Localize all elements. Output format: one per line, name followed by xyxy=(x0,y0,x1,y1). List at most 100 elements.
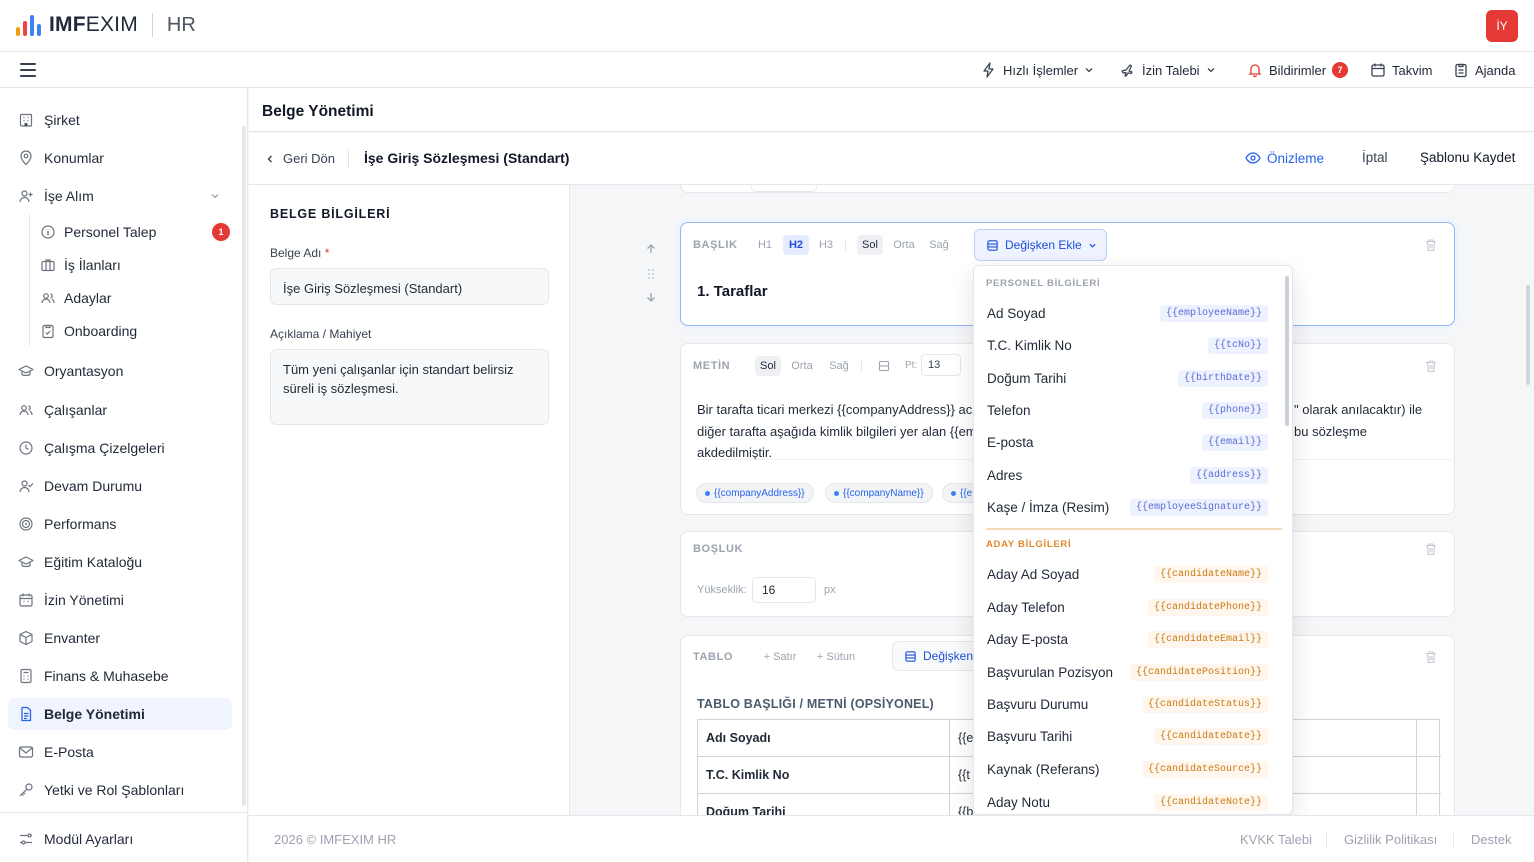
align-left-button[interactable]: Sol xyxy=(857,235,883,255)
align-right-button[interactable]: Sağ xyxy=(927,235,951,255)
sidebar-item-recruitment[interactable]: İşe Alım xyxy=(8,180,232,212)
sidebar-subitem-job-postings[interactable]: İş İlanları xyxy=(40,251,230,279)
move-down-icon[interactable] xyxy=(645,291,657,303)
footer: 2026 © IMFEXIM HR KVKK Talebi Gizlilik P… xyxy=(249,815,1534,862)
variable-option[interactable]: Ad Soyad {{employeeName}} xyxy=(974,298,1280,328)
table-cell-label[interactable]: Doğum Tarihi xyxy=(698,794,948,815)
users-icon xyxy=(41,293,55,304)
delete-block-icon[interactable] xyxy=(1424,542,1438,556)
add-row-button[interactable]: + Satır xyxy=(761,647,799,667)
table-cell-label[interactable]: T.C. Kimlik No xyxy=(698,757,948,793)
back-button[interactable]: Geri Dön xyxy=(265,151,335,166)
add-column-button[interactable]: + Sütun xyxy=(814,647,858,667)
h1-button[interactable]: H1 xyxy=(755,235,775,255)
sidebar-subitem-label: Personel Talep xyxy=(64,224,157,240)
notifications-label: Bildirimler xyxy=(1269,62,1327,78)
previous-block[interactable] xyxy=(680,185,1455,193)
delete-block-icon[interactable] xyxy=(1424,359,1438,373)
sidebar-item-module-settings[interactable]: Modül Ayarları xyxy=(8,823,232,855)
sidebar-item-role-templates[interactable]: Yetki ve Rol Şablonları xyxy=(8,774,232,806)
sidebar-item-orientation[interactable]: Oryantasyon xyxy=(8,355,232,387)
calendar-button[interactable]: Takvim xyxy=(1370,52,1432,88)
table-caption[interactable]: TABLO BAŞLIĞI / METNİ (OPSİYONEL) xyxy=(697,697,934,711)
document-name-field[interactable]: İşe Giriş Sözleşmesi (Standart) xyxy=(270,268,549,305)
sidebar-subitem-candidates[interactable]: Adaylar xyxy=(40,284,230,312)
brand-module: HR xyxy=(166,13,196,36)
variable-option[interactable]: Başvurulan Pozisyon {{candidatePosition}} xyxy=(974,657,1280,687)
delete-block-icon[interactable] xyxy=(1424,650,1438,664)
variable-option[interactable]: Telefon {{phone}} xyxy=(974,395,1280,425)
clipboard-check-icon xyxy=(42,324,54,339)
text-content-right[interactable]: " olarak anılacaktır) ile bu sözleşme xyxy=(1294,399,1422,442)
quick-actions-menu[interactable]: Hızlı İşlemler xyxy=(981,52,1094,88)
sidebar-scrollbar[interactable] xyxy=(242,126,246,806)
brand-logo[interactable]: IMFEXIM HR xyxy=(16,13,196,37)
sidebar-subitem-onboarding[interactable]: Onboarding xyxy=(40,317,230,345)
user-avatar[interactable]: İY xyxy=(1486,10,1518,42)
sidebar-item-attendance[interactable]: Devam Durumu xyxy=(8,470,232,502)
heading-block-label: BAŞLIK xyxy=(693,239,738,251)
variable-option[interactable]: Aday Telefon {{candidatePhone}} xyxy=(974,592,1280,622)
sidebar-item-leave-management[interactable]: İzin Yönetimi xyxy=(8,584,232,616)
variable-option[interactable]: T.C. Kimlik No {{tcNo}} xyxy=(974,330,1280,360)
variable-option[interactable]: Aday E-posta {{candidateEmail}} xyxy=(974,624,1280,654)
variable-option[interactable]: Aday Notu {{candidateNote}} xyxy=(974,787,1280,814)
footer-link-support[interactable]: Destek xyxy=(1471,832,1511,847)
variable-pill[interactable]: {{companyAddress}} xyxy=(696,483,814,503)
table-cell-label[interactable]: Adı Soyadı xyxy=(698,720,948,756)
heading-text[interactable]: 1. Taraflar xyxy=(697,283,768,300)
calendar-icon xyxy=(19,593,33,607)
variable-option[interactable]: Başvuru Durumu {{candidateStatus}} xyxy=(974,689,1280,719)
leave-request-menu[interactable]: İzin Talebi xyxy=(1120,52,1216,88)
variable-option[interactable]: Kaşe / İmza (Resim) {{employeeSignature}} xyxy=(974,492,1280,522)
align-right-button[interactable]: Sağ xyxy=(827,356,851,376)
move-up-icon[interactable] xyxy=(645,243,657,255)
variable-option[interactable]: Başvuru Tarihi {{candidateDate}} xyxy=(974,721,1280,751)
preview-button[interactable]: Önizleme xyxy=(1245,150,1324,166)
save-template-button[interactable]: Şablonu Kaydet xyxy=(1420,150,1515,165)
description-field[interactable]: Tüm yeni çalışanlar için standart belirs… xyxy=(270,349,549,425)
format-icon[interactable] xyxy=(878,360,890,372)
sidebar-item-finance[interactable]: Finans & Muhasebe xyxy=(8,660,232,692)
variable-option[interactable]: Kaynak (Referans) {{candidateSource}} xyxy=(974,754,1280,784)
align-center-button[interactable]: Orta xyxy=(789,356,815,376)
agenda-button[interactable]: Ajanda xyxy=(1453,52,1515,88)
sidebar-item-locations[interactable]: Konumlar xyxy=(8,142,232,174)
sidebar-item-inventory[interactable]: Envanter xyxy=(8,622,232,654)
drag-handle-icon[interactable] xyxy=(647,268,655,280)
delete-block-icon[interactable] xyxy=(1424,238,1438,252)
notifications-button[interactable]: Bildirimler 7 xyxy=(1247,52,1349,88)
h3-button[interactable]: H3 xyxy=(816,235,836,255)
sidebar-item-training-catalog[interactable]: Eğitim Kataloğu xyxy=(8,546,232,578)
font-size-input[interactable]: 13 xyxy=(921,354,961,376)
add-variable-label: Değişken Ekle xyxy=(1005,238,1082,252)
h2-button[interactable]: H2 xyxy=(783,235,809,255)
variable-option[interactable]: Adres {{address}} xyxy=(974,460,1280,490)
variable-pill[interactable]: {{companyName}} xyxy=(825,483,933,503)
footer-link-privacy[interactable]: Gizlilik Politikası xyxy=(1344,832,1437,847)
sidebar-item-employees[interactable]: Çalışanlar xyxy=(8,394,232,426)
sidebar-item-performance[interactable]: Performans xyxy=(8,508,232,540)
align-center-button[interactable]: Orta xyxy=(891,235,917,255)
previous-block-field[interactable] xyxy=(751,185,817,192)
sidebar-item-work-schedules[interactable]: Çalışma Çizelgeleri xyxy=(8,432,232,464)
variable-option[interactable]: E-posta {{email}} xyxy=(974,427,1280,457)
align-left-button[interactable]: Sol xyxy=(755,356,781,376)
top-bar: IMFEXIM HR İY xyxy=(0,0,1534,52)
variable-option[interactable]: Doğum Tarihi {{birthDate}} xyxy=(974,363,1280,393)
footer-link-kvkk[interactable]: KVKK Talebi xyxy=(1240,832,1312,847)
text-content-left[interactable]: Bir tarafta ticari merkezi {{companyAddr… xyxy=(697,399,977,464)
sidebar-item-email[interactable]: E-Posta xyxy=(8,736,232,768)
spacer-block-label: BOŞLUK xyxy=(693,543,744,555)
menu-toggle-icon[interactable] xyxy=(20,62,36,78)
add-variable-button[interactable]: Değişken Ekle xyxy=(974,229,1107,261)
graduation-cap-icon xyxy=(18,556,34,568)
dropdown-scrollbar[interactable] xyxy=(1285,276,1289,426)
sidebar-subitem-personnel-request[interactable]: Personel Talep 1 xyxy=(40,218,230,246)
sidebar-item-company[interactable]: Şirket xyxy=(8,104,232,136)
sidebar-item-document-management[interactable]: Belge Yönetimi xyxy=(8,698,232,730)
height-input[interactable]: 16 xyxy=(752,577,816,603)
variable-option[interactable]: Aday Ad Soyad {{candidateName}} xyxy=(974,559,1280,589)
cancel-button[interactable]: İptal xyxy=(1362,150,1388,165)
canvas-scrollbar[interactable] xyxy=(1526,285,1530,385)
